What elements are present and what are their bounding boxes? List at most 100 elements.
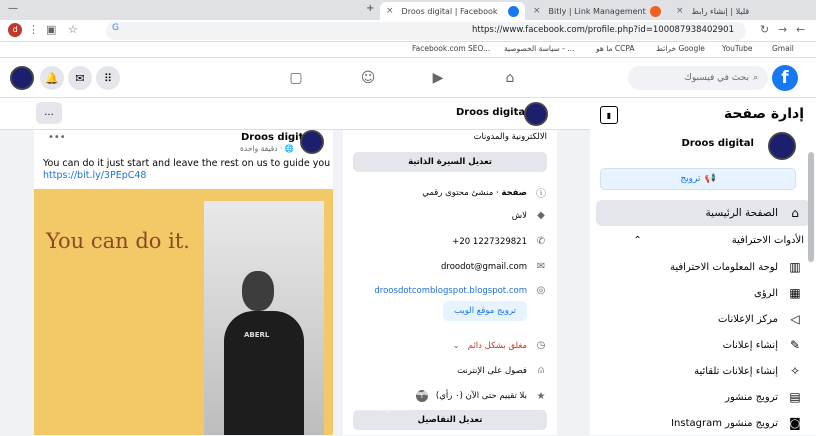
- home-tab-icon[interactable]: ⌂: [498, 66, 522, 90]
- facebook-logo-icon[interactable]: f: [772, 65, 798, 91]
- sidebar-item-dashboard[interactable]: ▥ لوحة المعلومات الاحترافية: [596, 254, 810, 280]
- sidebar-item-label: الرؤى: [754, 287, 778, 299]
- email-text[interactable]: droodot@gmail.com: [441, 262, 527, 272]
- shirt-text: ABERL: [244, 331, 270, 339]
- page-avatar[interactable]: [524, 102, 548, 126]
- location-icon: ◆: [537, 210, 545, 221]
- sidebar-item-boost-instagram[interactable]: ◙ ترويج منشور Instagram: [596, 410, 810, 436]
- pencil-icon: ✎: [789, 338, 801, 352]
- close-tab-icon[interactable]: ×: [676, 6, 684, 16]
- tab-label: Droos digital | Facebook: [401, 6, 498, 16]
- bookmark-privacy[interactable]: سياسة الخصوصية - ...: [504, 44, 574, 53]
- account-avatar[interactable]: [10, 66, 34, 90]
- url-field[interactable]: ☆ G https://www.facebook.com/profile.php…: [68, 22, 746, 40]
- post-image[interactable]: You can do it. ABERL: [34, 189, 333, 435]
- sidebar-item-insights[interactable]: ▦ الرؤى: [596, 280, 810, 306]
- new-tab-button[interactable]: +: [366, 3, 374, 14]
- intro-top-text: الالكترونية والمدونات: [473, 132, 547, 142]
- sidebar-item-ad-center[interactable]: ◁ مركز الإعلانات: [596, 306, 810, 332]
- chevron-down-icon[interactable]: ⌄: [453, 341, 460, 351]
- website-link[interactable]: droosdotcomblogspot.blogspot.com: [374, 286, 527, 296]
- service-row: ⍝ فصول على الإنترنت: [353, 365, 547, 376]
- sidebar-item-label: إنشاء إعلانات تلقائية: [694, 365, 778, 377]
- reload-icon[interactable]: ↻: [760, 23, 769, 36]
- url-text: https://www.facebook.com/profile.php?id=…: [471, 25, 734, 35]
- post-time[interactable]: دقيقة واحدة · 🌐: [240, 144, 294, 153]
- dashboard-icon: ▥: [789, 260, 801, 274]
- close-tab-icon[interactable]: ×: [386, 6, 394, 16]
- messenger-icon[interactable]: ✉: [68, 66, 92, 90]
- browser-tab-bar: — × Droos digital | Facebook × Bitly | L…: [0, 0, 816, 20]
- groups-tab-icon[interactable]: ☺: [356, 66, 380, 90]
- category-value: · منشئ محتوى رقمي: [422, 187, 502, 198]
- megaphone-icon: 📢: [704, 174, 716, 184]
- close-tab-icon[interactable]: ×: [533, 6, 541, 16]
- profile-icon[interactable]: d: [8, 23, 22, 37]
- bookmark-gmail[interactable]: Gmail: [772, 44, 794, 53]
- info-icon: ⓘ: [536, 189, 546, 200]
- sidebar-title: إدارة صفحة: [723, 106, 804, 122]
- notifications-icon[interactable]: 🔔: [40, 66, 64, 90]
- home-icon: ⌂: [791, 206, 799, 220]
- post-icon: ▤: [789, 390, 801, 404]
- post-card: ••• Droos digital دقيقة واحدة · 🌐 You ca…: [34, 130, 333, 435]
- service-text: فصول على الإنترنت: [457, 365, 527, 376]
- promote-button[interactable]: 📢 ترويج: [600, 168, 796, 190]
- tab-droos-digital[interactable]: × Droos digital | Facebook: [380, 2, 525, 20]
- person-body: [224, 311, 304, 435]
- google-icon: G: [112, 23, 119, 33]
- sidebar-item-boost-post[interactable]: ▤ ترويج منشور: [596, 384, 810, 410]
- manage-page-sidebar: إدارة صفحة ▮ Droos digital 📢 ترويج ⌂ الص…: [590, 98, 816, 435]
- phone-icon: ✆: [536, 236, 546, 247]
- bookmarks-bar: Gmail YouTube خرائط Google ما هو CCPA سي…: [0, 42, 816, 58]
- facebook-header: 🔔 ✉ ⠿ ▢ ☺ ▶ ⌂ بحث في فيسبوك ⌕ f: [0, 58, 816, 98]
- search-input[interactable]: بحث في فيسبوك ⌕: [628, 66, 768, 90]
- sidebar-scrollbar[interactable]: [808, 100, 814, 435]
- bookmark-ccpa[interactable]: ما هو CCPA: [596, 44, 635, 53]
- professional-tools-header[interactable]: الأدوات الاحترافية ⌃: [604, 235, 804, 246]
- minimize-icon[interactable]: —: [8, 3, 18, 14]
- watermark-logo: مستقل: [354, 376, 435, 401]
- post-author-avatar[interactable]: [300, 130, 324, 154]
- star-icon[interactable]: ☆: [68, 23, 78, 36]
- facebook-favicon-icon: [508, 5, 519, 17]
- scrollbar-thumb[interactable]: [808, 152, 814, 262]
- email-row: ✉ droodot@gmail.com: [353, 261, 547, 272]
- sidebar-page-name[interactable]: Droos digital: [681, 138, 754, 149]
- sidebar-panel-icon[interactable]: ▣: [46, 23, 56, 36]
- bookmark-fb-seo[interactable]: Facebook.com SEO...: [412, 44, 490, 53]
- post-text: You can do it just start and leave the r…: [43, 158, 331, 169]
- page-name[interactable]: Droos digital: [456, 107, 529, 118]
- watermark-url: mostaql.com: [356, 404, 415, 414]
- insights-icon: ▦: [789, 286, 801, 300]
- clock-icon: ◷: [536, 340, 546, 351]
- back-icon[interactable]: ←: [796, 23, 805, 36]
- sidebar-page-avatar[interactable]: [768, 132, 796, 160]
- tab-bitly[interactable]: × Bitly | Link Management: [527, 2, 667, 20]
- sidebar-item-label: ترويج منشور: [725, 391, 778, 403]
- address-bar-row: d ⋮ ▣ ☆ G https://www.facebook.com/profi…: [0, 20, 816, 42]
- gaming-tab-icon[interactable]: ▢: [284, 66, 308, 90]
- website-row: ◎ droosdotcomblogspot.blogspot.com: [353, 285, 547, 296]
- forward-icon[interactable]: →: [778, 23, 787, 36]
- person-photo: ABERL: [204, 201, 324, 435]
- sidebar-item-automated-ads[interactable]: ✧ إنشاء إعلانات تلقائية: [596, 358, 810, 384]
- post-options-icon[interactable]: •••: [48, 132, 66, 143]
- menu-dots-icon[interactable]: ⋮: [28, 23, 39, 36]
- more-options-button[interactable]: ...: [36, 102, 62, 124]
- tab-qalilan[interactable]: × قليلا | إنشاء رابط: [670, 2, 816, 20]
- watch-tab-icon[interactable]: ▶: [426, 66, 450, 90]
- sidebar-item-home[interactable]: ⌂ الصفحة الرئيسية: [596, 200, 810, 226]
- sidebar-item-create-ads[interactable]: ✎ إنشاء إعلانات: [596, 332, 810, 358]
- tab-label: Bitly | Link Management: [548, 6, 646, 16]
- bookmark-google-maps[interactable]: خرائط Google: [656, 44, 705, 53]
- promote-website-button[interactable]: ترويج موقع الويب: [443, 301, 527, 321]
- phone-row: ✆ +20 1227329821: [353, 236, 547, 247]
- collapse-sidebar-icon[interactable]: ▮: [600, 106, 618, 124]
- edit-bio-button[interactable]: تعديل السيرة الذاتية: [353, 152, 547, 172]
- rating-text: بلا تقييم حتى الآن (٠ رأي): [435, 391, 527, 401]
- category-row: ⓘ صفحة · منشئ محتوى رقمي: [353, 185, 547, 201]
- bookmark-youtube[interactable]: YouTube: [722, 44, 753, 53]
- menu-grid-icon[interactable]: ⠿: [96, 66, 120, 90]
- post-link[interactable]: https://bit.ly/3PEpC48: [43, 170, 146, 181]
